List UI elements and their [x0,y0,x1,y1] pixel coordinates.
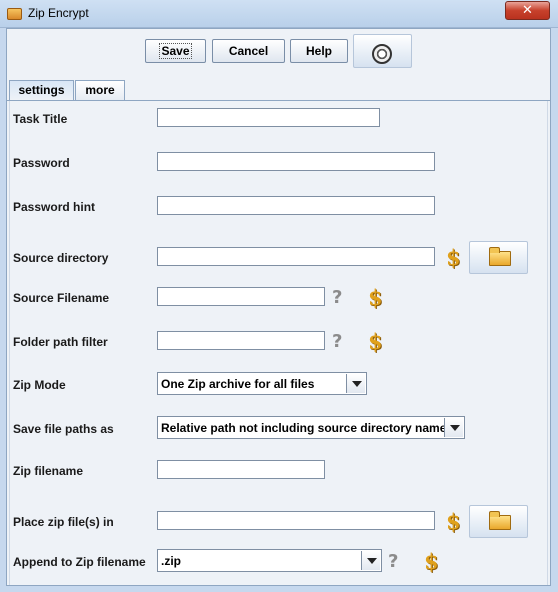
place-zip-files-input[interactable] [157,511,435,530]
zip-mode-selected-value: One Zip archive for all files [161,377,315,391]
append-to-zip-filename-help-icon[interactable]: ? [388,551,398,572]
folder-path-filter-variable-icon[interactable]: $ [368,329,383,354]
place-zip-files-browse-button[interactable] [469,505,528,538]
zip-mode-label: Zip Mode [13,378,66,392]
source-directory-input[interactable] [157,247,435,266]
app-folder-icon [7,8,22,20]
zip-mode-select[interactable]: One Zip archive for all files [157,372,367,395]
gear-icon [372,44,392,64]
save-file-paths-select[interactable]: Relative path not including source direc… [157,416,465,439]
source-filename-input[interactable] [157,287,325,306]
save-button-label: Save [159,43,192,59]
folder-path-filter-input[interactable] [157,331,325,350]
window-frame-bottom [0,586,558,592]
source-filename-variable-icon[interactable]: $ [368,285,383,310]
zip-filename-label: Zip filename [13,464,84,478]
chevron-down-icon[interactable] [346,374,365,393]
window-title: Zip Encrypt [28,6,89,20]
tab-settings[interactable]: settings [9,80,74,100]
append-to-zip-filename-combo[interactable]: .zip [157,549,382,572]
tab-more[interactable]: more [75,80,125,100]
folder-icon [489,247,511,266]
source-filename-help-icon[interactable]: ? [332,287,342,308]
append-to-zip-filename-label: Append to Zip filename [13,555,146,569]
cancel-button[interactable]: Cancel [212,39,285,63]
password-input[interactable] [157,152,435,171]
password-hint-label: Password hint [13,200,96,214]
close-button[interactable]: ✕ [505,1,550,20]
task-title-label: Task Title [13,112,68,126]
source-filename-label: Source Filename [13,291,110,305]
password-hint-input[interactable] [157,196,435,215]
folder-icon [489,511,511,530]
window-frame-right [551,28,558,592]
source-directory-label: Source directory [13,251,109,265]
chevron-down-icon[interactable] [361,551,380,570]
append-to-zip-filename-variable-icon[interactable]: $ [424,549,439,574]
save-file-paths-selected-value: Relative path not including source direc… [161,421,447,435]
place-zip-files-variable-icon[interactable]: $ [446,509,461,534]
title-bar: Zip Encrypt ✕ [0,0,558,28]
zip-filename-input[interactable] [157,460,325,479]
chevron-down-icon[interactable] [444,418,463,437]
source-directory-browse-button[interactable] [469,241,528,274]
help-button[interactable]: Help [290,39,348,63]
options-button[interactable] [353,34,412,68]
append-to-zip-filename-value: .zip [161,554,181,568]
password-label: Password [13,156,70,170]
folder-path-filter-help-icon[interactable]: ? [332,331,342,352]
folder-path-filter-label: Folder path filter [13,335,108,349]
task-title-input[interactable] [157,108,380,127]
save-button[interactable]: Save [145,39,206,63]
place-zip-files-label: Place zip file(s) in [13,515,114,529]
source-directory-variable-icon[interactable]: $ [446,245,461,270]
save-file-paths-label: Save file paths as [13,422,114,436]
